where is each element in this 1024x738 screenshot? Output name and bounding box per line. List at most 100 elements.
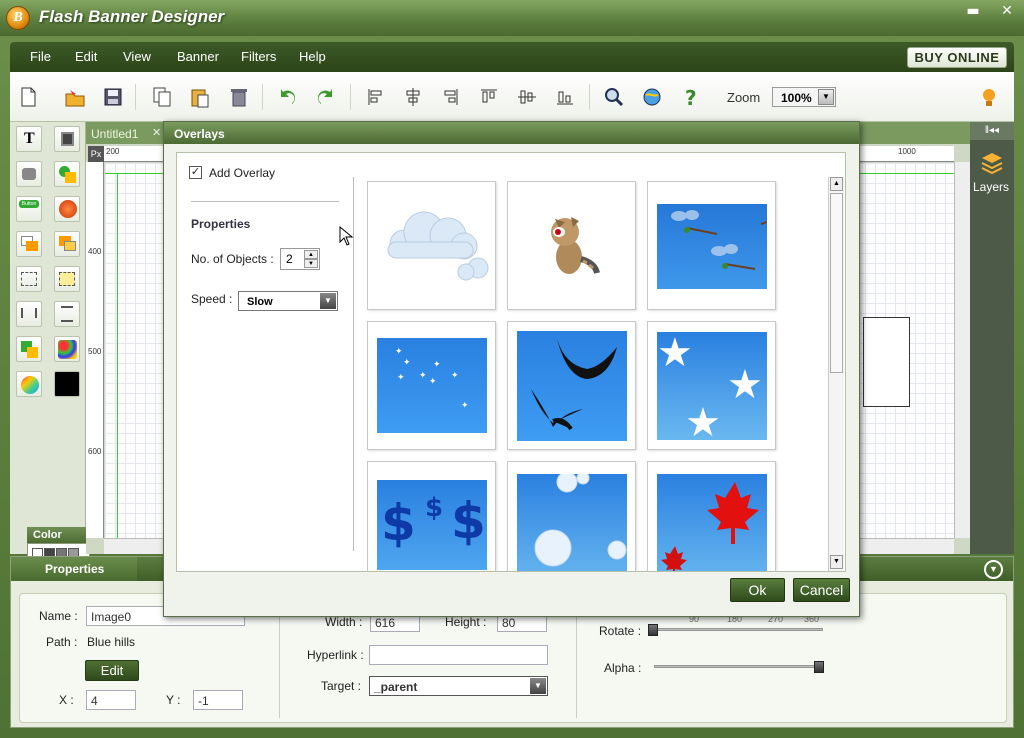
current-color-swatch[interactable] <box>54 371 80 397</box>
redo-icon[interactable] <box>315 86 337 108</box>
group-tool[interactable] <box>16 266 42 292</box>
objects-stepper[interactable]: 2 ▲ ▼ <box>280 248 320 270</box>
text-tool[interactable]: T <box>16 126 42 152</box>
alpha-slider-thumb[interactable] <box>814 661 824 673</box>
overlay-thumb-stars[interactable]: ★ ★ ★ <box>647 321 776 450</box>
y-field[interactable]: -1 <box>193 690 243 710</box>
menu-view[interactable]: View <box>123 49 151 64</box>
layers-icon[interactable] <box>979 150 1005 176</box>
target-label: Target : <box>321 679 362 693</box>
layer-color-tool[interactable] <box>16 336 42 362</box>
eyedropper-tool[interactable] <box>16 371 42 397</box>
scroll-down-icon[interactable]: ▼ <box>830 555 843 569</box>
svg-text:★: ★ <box>727 362 763 408</box>
save-icon[interactable] <box>102 86 124 108</box>
puzzle-tool[interactable] <box>16 161 42 187</box>
height-label: Height : <box>445 615 487 629</box>
overlay-thumb-raccoon[interactable] <box>507 181 636 310</box>
overlay-thumb-dragonflies[interactable] <box>647 181 776 310</box>
chevron-down-icon: ▼ <box>818 89 834 105</box>
canvas-vertical-scrollbar[interactable] <box>954 162 970 538</box>
menu-edit[interactable]: Edit <box>75 49 97 64</box>
alpha-label: Alpha : <box>604 661 642 675</box>
scroll-up-icon[interactable]: ▲ <box>830 177 843 191</box>
cancel-button[interactable]: Cancel <box>793 578 850 602</box>
open-icon[interactable] <box>64 86 86 108</box>
overlay-thumb-clouds[interactable] <box>367 181 496 310</box>
overlay-thumb-dollars[interactable]: $ $ $ <box>367 461 496 571</box>
palette-tool[interactable] <box>54 336 80 362</box>
target-select[interactable]: _parent ▼ <box>369 676 548 696</box>
align-right-icon[interactable] <box>439 86 461 108</box>
panel-toggle-icon[interactable]: ‖◂◂ <box>970 122 1014 140</box>
ball-tool[interactable] <box>54 196 80 222</box>
layers-panel: ‖◂◂ Layers <box>970 122 1014 554</box>
x-field[interactable]: 4 <box>86 690 136 710</box>
lightbulb-icon[interactable] <box>978 86 1000 108</box>
align-left-icon[interactable] <box>365 86 387 108</box>
dollar-icon: $ $ $ <box>381 492 486 552</box>
add-overlay-label[interactable]: Add Overlay <box>209 166 275 180</box>
chevron-down-icon: ▼ <box>320 293 336 309</box>
help-icon[interactable]: ? <box>680 86 702 108</box>
stepper-down-icon[interactable]: ▼ <box>304 259 318 268</box>
menu-filters[interactable]: Filters <box>241 49 276 64</box>
ok-button[interactable]: Ok <box>730 578 785 602</box>
close-button[interactable]: ✕ <box>992 0 1022 22</box>
bring-front-tool[interactable] <box>54 231 80 257</box>
speed-select[interactable]: Slow ▼ <box>238 291 338 311</box>
button-tool[interactable]: Button <box>16 196 42 222</box>
hyperlink-field[interactable] <box>369 645 548 665</box>
raccoon-icon <box>551 217 600 274</box>
path-value: Blue hills <box>87 635 136 649</box>
rotate-label: Rotate : <box>599 624 642 638</box>
new-file-icon[interactable] <box>17 86 39 108</box>
alpha-slider[interactable] <box>654 665 824 668</box>
distribute-h-tool[interactable] <box>16 301 42 327</box>
align-top-icon[interactable] <box>478 86 500 108</box>
overlay-thumb-bubbles[interactable] <box>507 461 636 571</box>
paste-icon[interactable] <box>189 86 211 108</box>
svg-text:✦: ✦ <box>395 347 403 357</box>
stepper-up-icon[interactable]: ▲ <box>304 250 318 259</box>
copy-icon[interactable] <box>151 86 173 108</box>
undo-icon[interactable] <box>276 86 298 108</box>
overlay-thumb-maple-leaves[interactable] <box>647 461 776 571</box>
send-back-tool[interactable] <box>16 231 42 257</box>
align-center-icon[interactable] <box>402 86 424 108</box>
align-bottom-icon[interactable] <box>554 86 576 108</box>
buy-online-button[interactable]: BUY ONLINE <box>907 47 1007 68</box>
minimize-button[interactable]: ▬ <box>958 0 988 22</box>
shapes-tool[interactable] <box>54 161 80 187</box>
align-middle-icon[interactable] <box>516 86 538 108</box>
scroll-thumb[interactable] <box>830 193 843 373</box>
publish-web-icon[interactable] <box>641 86 663 108</box>
preview-search-icon[interactable] <box>603 86 625 108</box>
image-tool[interactable] <box>54 126 80 152</box>
gallery-scrollbar[interactable]: ▲ ▼ <box>828 177 844 571</box>
overlay-thumb-birds[interactable] <box>507 321 636 450</box>
svg-text:$: $ <box>425 493 443 523</box>
svg-text:★: ★ <box>685 400 721 440</box>
sparkle-icon: ✦✦ ✦✦ ✦✦✦✦ <box>395 347 469 411</box>
delete-icon[interactable] <box>228 86 250 108</box>
menu-file[interactable]: File <box>30 49 51 64</box>
layers-label[interactable]: Layers <box>973 180 1009 194</box>
rotate-slider[interactable] <box>653 628 823 631</box>
distribute-v-tool[interactable] <box>54 301 80 327</box>
ungroup-tool[interactable] <box>54 266 80 292</box>
menu-help[interactable]: Help <box>299 49 326 64</box>
menu-banner[interactable]: Banner <box>177 49 219 64</box>
zoom-select[interactable]: 100% ▼ <box>772 87 836 107</box>
rotate-slider-thumb[interactable] <box>648 624 658 636</box>
mouse-cursor-icon <box>339 226 353 246</box>
main-toolbar: ? Zoom 100% ▼ <box>10 72 1014 122</box>
objects-label: No. of Objects : <box>191 252 274 266</box>
collapse-panel-icon[interactable]: ▼ <box>984 560 1003 579</box>
add-overlay-checkbox[interactable]: ✓ <box>189 166 202 179</box>
properties-tab[interactable]: Properties <box>11 557 137 581</box>
overlay-thumb-sparkles[interactable]: ✦ ✦ ✦ ✦ ✦ ✦ ✦ ✦ <box>367 321 496 450</box>
close-tab-icon[interactable]: ✕ <box>152 126 161 139</box>
overlays-dialog: Overlays ✓ Add Overlay Properties No. of… <box>163 121 860 617</box>
edit-button[interactable]: Edit <box>85 660 139 681</box>
